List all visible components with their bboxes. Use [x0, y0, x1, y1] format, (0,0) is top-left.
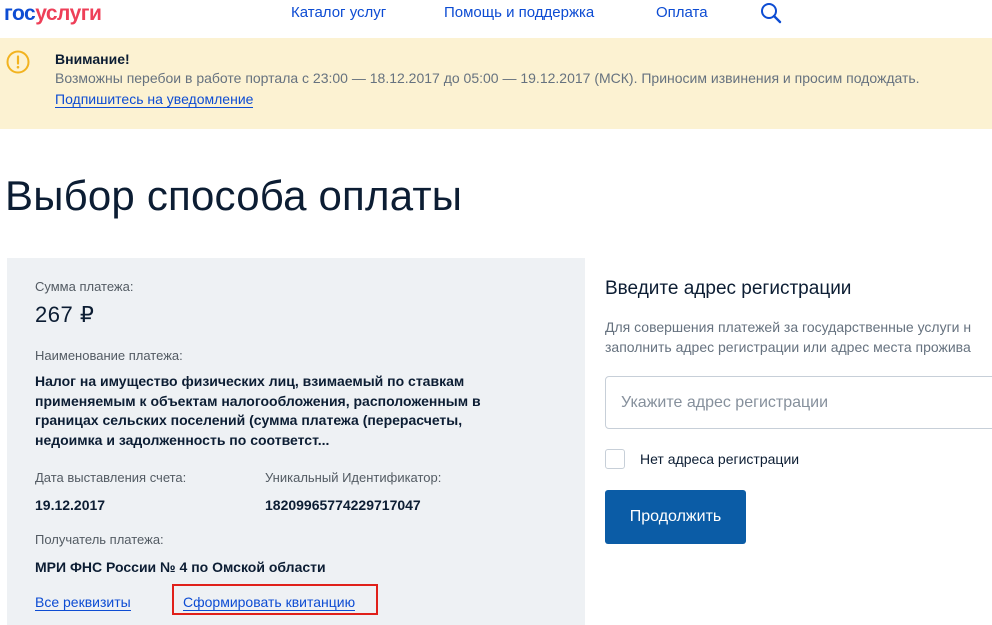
- no-address-checkbox[interactable]: [605, 449, 625, 469]
- header: госуслуги Каталог услуг Помощь и поддерж…: [0, 0, 992, 38]
- nav-payment[interactable]: Оплата: [656, 4, 708, 21]
- generate-receipt-link[interactable]: Сформировать квитанцию: [183, 594, 356, 611]
- recipient-label: Получатель платежа:: [35, 532, 164, 547]
- warning-icon: [6, 50, 30, 74]
- uid-value: 18209965774229717047: [265, 497, 421, 513]
- page-title: Выбор способа оплаты: [5, 172, 463, 219]
- nav-help[interactable]: Помощь и поддержка: [444, 4, 594, 21]
- logo-part-gos: гос: [4, 2, 36, 25]
- amount-label: Сумма платежа:: [35, 279, 134, 294]
- maintenance-alert: Внимание! Возможны перебои в работе порт…: [0, 38, 992, 129]
- payment-info-panel: Сумма платежа: 267 ₽ Наименование платеж…: [7, 258, 585, 625]
- no-address-label[interactable]: Нет адреса регистрации: [640, 451, 799, 467]
- payment-name: Налог на имущество физических лиц, взима…: [35, 373, 481, 448]
- recipient-value: МРИ ФНС России № 4 по Омской области: [35, 559, 326, 575]
- invoice-date: 19.12.2017: [35, 497, 106, 513]
- payment-amount: 267 ₽: [35, 302, 95, 327]
- payment-name-label: Наименование платежа:: [35, 348, 183, 363]
- gosuslugi-logo[interactable]: госуслуги: [4, 2, 102, 26]
- alert-title: Внимание!: [55, 51, 130, 67]
- subscribe-link[interactable]: Подпишитесь на уведомление: [55, 91, 254, 108]
- logo-part-uslugi: услуги: [35, 2, 102, 25]
- address-description-line-2: заполнить адрес регистрации или адрес ме…: [605, 339, 971, 355]
- invoice-date-label: Дата выставления счета:: [35, 470, 187, 485]
- continue-button[interactable]: Продолжить: [605, 490, 746, 544]
- search-icon[interactable]: [760, 2, 782, 24]
- address-description: Для совершения платежей за государственн…: [605, 317, 992, 357]
- address-title: Введите адрес регистрации: [605, 278, 852, 299]
- address-description-line-1: Для совершения платежей за государственн…: [605, 319, 972, 335]
- nav-catalog[interactable]: Каталог услуг: [291, 4, 386, 21]
- uid-label: Уникальный Идентификатор:: [265, 470, 442, 485]
- alert-text: Возможны перебои в работе портала с 23:0…: [55, 70, 920, 86]
- all-details-link[interactable]: Все реквизиты: [35, 594, 131, 611]
- address-input[interactable]: [605, 376, 992, 429]
